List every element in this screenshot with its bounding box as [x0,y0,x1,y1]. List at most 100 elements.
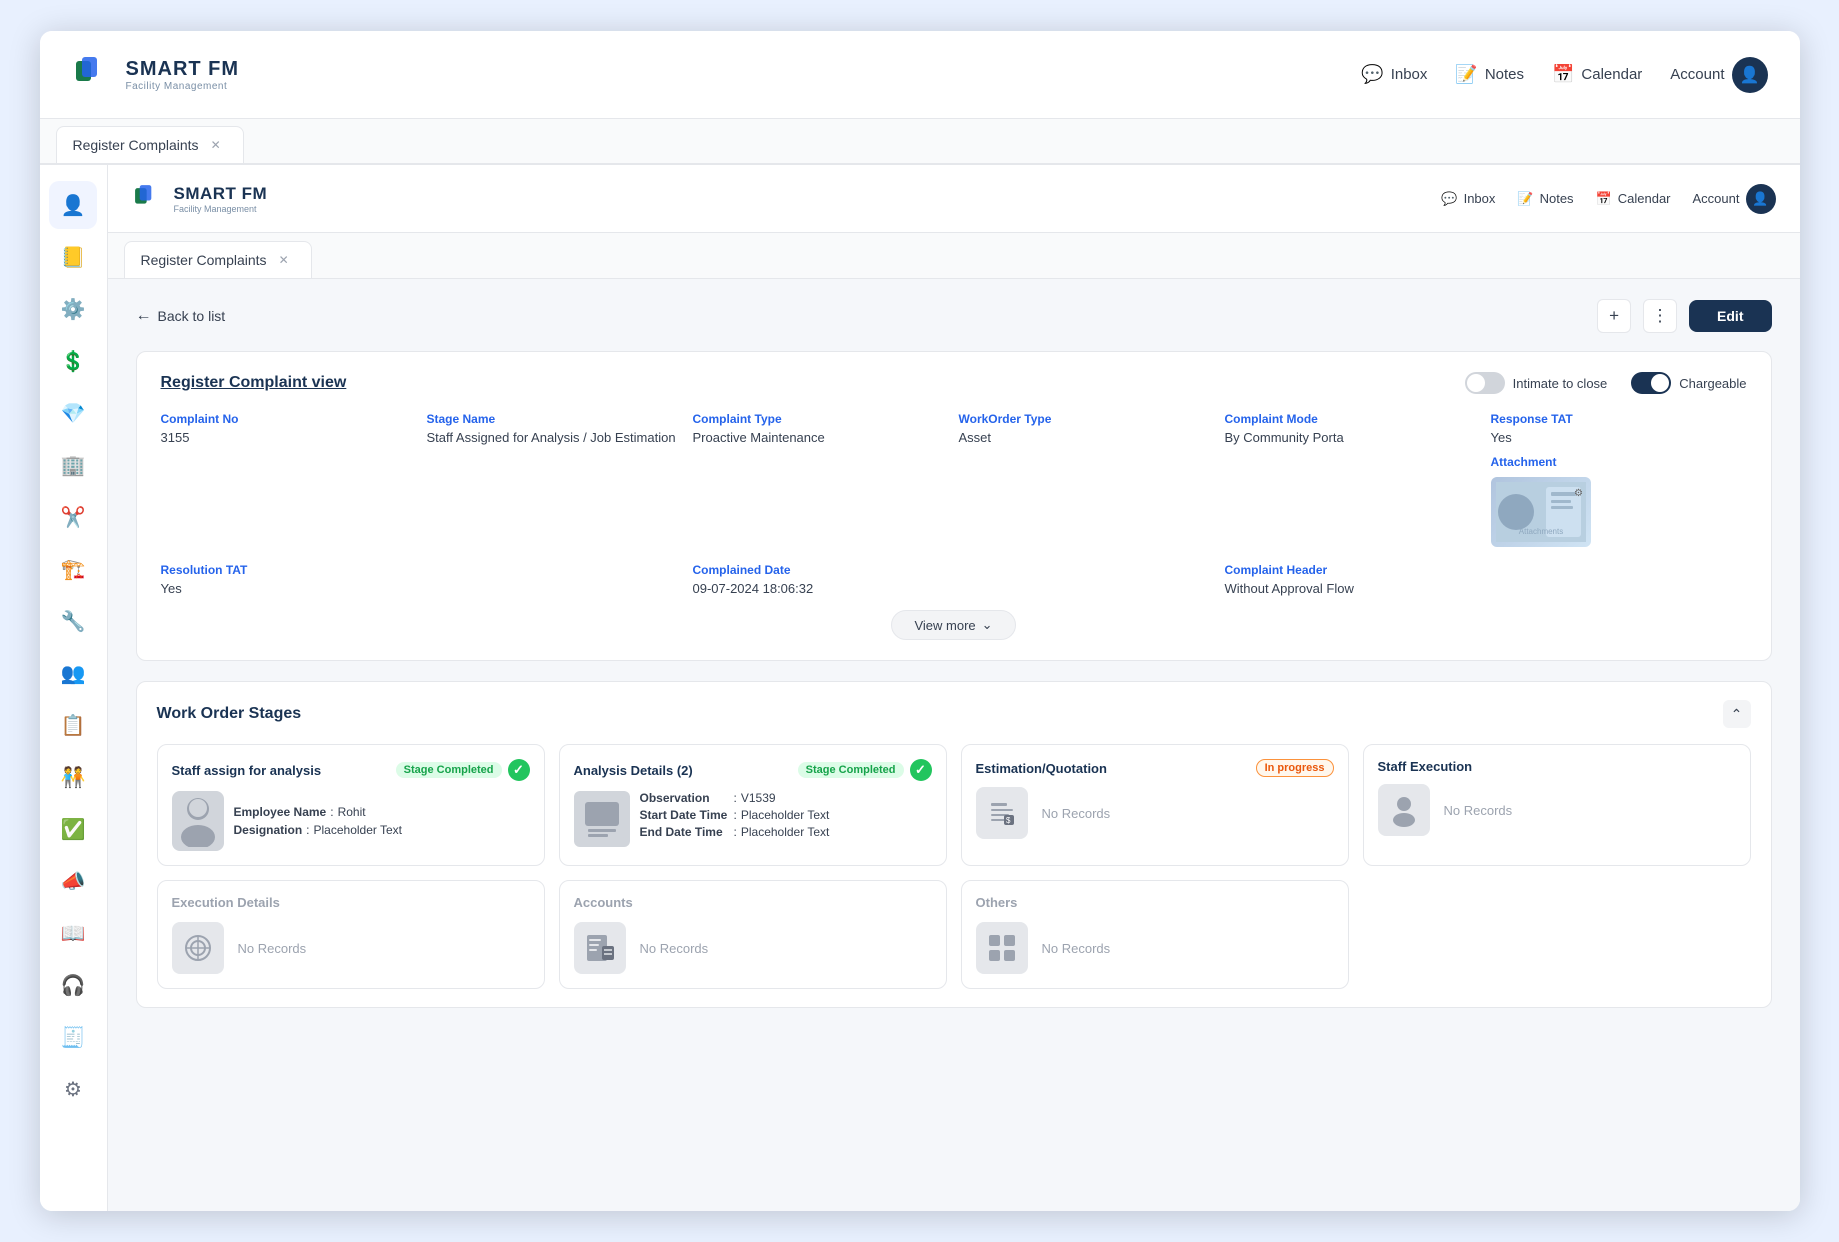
edit-button[interactable]: Edit [1689,300,1771,332]
inner-tabbar: Register Complaints ✕ [108,233,1800,279]
sidebar-item-gear2[interactable]: ⚙ [49,1065,97,1113]
inner-account-nav[interactable]: Account 👤 [1693,184,1776,214]
inner-notes-nav[interactable]: 📝 Notes [1517,191,1573,207]
observation-label: Observation [640,791,730,805]
sidebar-item-building[interactable]: 🏢 [49,441,97,489]
outer-logo: SMART FM Facility Management [72,53,240,97]
estimation-icon: $ [976,787,1028,839]
sidebar-item-headset[interactable]: 🎧 [49,961,97,1009]
stages-grid-bottom: Execution Details [157,880,1751,989]
outer-tab-label: Register Complaints [73,137,199,153]
attachment-thumbnail[interactable]: Attachments ⚙ [1491,477,1591,547]
sidebar-item-clipboard[interactable]: 📋 [49,701,97,749]
employee-name-colon: : [330,805,333,819]
stage-box-header-analysis: Analysis Details (2) Stage Completed ✓ [574,759,932,781]
sidebar-item-book[interactable]: 📖 [49,909,97,957]
stage-box-accounts: Accounts [559,880,947,989]
resolution-tat-label: Resolution TAT [161,563,683,577]
sidebar-item-tools[interactable]: 🔧 [49,597,97,645]
intimate-label: Intimate to close [1513,376,1608,391]
stage-box-staff-execution-top: Staff Execution No [1363,744,1751,866]
sidebar-item-gear[interactable]: ⚙️ [49,285,97,333]
chargeable-label: Chargeable [1679,376,1746,391]
stage-box-analysis: Analysis Details (2) Stage Completed ✓ [559,744,947,866]
intimate-toggle[interactable] [1465,372,1505,394]
view-more-label: View more [914,618,975,633]
complaint-mode-value: By Community Porta [1225,430,1481,445]
inner-register-complaints-tab[interactable]: Register Complaints ✕ [124,241,312,278]
back-to-list-button[interactable]: ← Back to list [136,307,226,325]
logo-icon [72,53,116,97]
stage-name-label: Stage Name [427,412,683,426]
outer-register-complaints-tab[interactable]: Register Complaints ✕ [56,126,244,163]
sidebar-item-users[interactable]: 👥 [49,649,97,697]
inner-account-avatar[interactable]: 👤 [1746,184,1776,214]
outer-inbox-nav[interactable]: 💬 Inbox [1361,64,1427,85]
dollar-icon: 💲 [61,349,86,374]
view-more-button[interactable]: View more ⌄ [891,610,1015,640]
add-button[interactable]: + [1597,299,1631,333]
intimate-toggle-group: Intimate to close [1465,372,1608,394]
attachment-label: Attachment [1491,455,1557,469]
staff-execution-icon [1378,784,1430,836]
sidebar-item-diamond[interactable]: 💎 [49,389,97,437]
response-tat-value: Yes [1491,430,1747,445]
sidebar-item-dollar[interactable]: 💲 [49,337,97,385]
complaint-card-title[interactable]: Register Complaint view [161,374,347,392]
inner-inbox-icon: 💬 [1441,191,1457,207]
users-icon: 👥 [61,661,86,686]
sidebar-item-scissors[interactable]: ✂️ [49,493,97,541]
outer-notes-nav[interactable]: 📝 Notes [1455,64,1524,85]
outer-account-avatar[interactable]: 👤 [1732,57,1768,93]
inner-logo-icon [132,182,166,216]
sidebar-item-person[interactable]: 👤 [49,181,97,229]
chevron-up-icon: ⌃ [1731,706,1743,723]
receipt-icon: 🧾 [61,1025,86,1050]
sidebar-item-building2[interactable]: 🏗️ [49,545,97,593]
response-tat-label: Response TAT [1491,412,1747,426]
svg-text:⚙: ⚙ [1574,488,1583,499]
outer-tab-close-icon[interactable]: ✕ [211,138,221,152]
inner-calendar-label: Calendar [1618,191,1671,206]
execution-details-icon [172,922,224,974]
notes-icon: 📝 [1455,64,1477,85]
sidebar-item-checklist[interactable]: ✅ [49,805,97,853]
staff-assign-badge: Stage Completed [396,762,502,778]
complaint-card: Register Complaint view Intimate to clos… [136,351,1772,661]
more-options-button[interactable]: ⋮ [1643,299,1677,333]
field-stage-name: Stage Name Staff Assigned for Analysis /… [427,412,683,547]
inner-tab-close-icon[interactable]: ✕ [279,253,289,267]
stage-box-header-staff-assign: Staff assign for analysis Stage Complete… [172,759,530,781]
complaint-header-value: Without Approval Flow [1225,581,1747,596]
back-arrow-icon: ← [136,307,152,325]
staff-assign-check-icon: ✓ [508,759,530,781]
outer-account-nav[interactable]: Account 👤 [1670,57,1767,93]
sidebar-item-ledger[interactable]: 📒 [49,233,97,281]
collapse-button[interactable]: ⌃ [1723,700,1751,728]
execution-details-svg [180,930,216,966]
complaint-no-value: 3155 [161,430,417,445]
observation-value: V1539 [741,791,776,805]
page-content: ← Back to list + ⋮ Edit [108,279,1800,1028]
staff-avatar-image [178,795,218,847]
inner-calendar-nav[interactable]: 📅 Calendar [1596,191,1671,207]
checklist-icon: ✅ [61,817,86,842]
tools-icon: 🔧 [61,609,86,634]
inner-inbox-nav[interactable]: 💬 Inbox [1441,191,1495,207]
inbox-icon: 💬 [1361,64,1383,85]
outer-calendar-nav[interactable]: 📅 Calendar [1552,64,1642,85]
sidebar-item-users2[interactable]: 🧑‍🤝‍🧑 [49,753,97,801]
execution-details-no-records: No Records [172,922,530,974]
sidebar-item-receipt[interactable]: 🧾 [49,1013,97,1061]
stage-box-others: Others [961,880,1349,989]
analysis-fields: Observation : V1539 Start Date Time : Pl… [640,791,830,839]
stages-grid-top: Staff assign for analysis Stage Complete… [157,744,1751,866]
workorder-type-label: WorkOrder Type [959,412,1215,426]
chargeable-toggle[interactable] [1631,372,1671,394]
svg-text:Attachments: Attachments [1518,527,1562,536]
sidebar-item-speaker[interactable]: 📣 [49,857,97,905]
ellipsis-icon: ⋮ [1652,306,1669,326]
attachment-image: Attachments ⚙ [1496,482,1586,542]
gear2-icon: ⚙ [64,1077,82,1102]
analysis-title: Analysis Details (2) [574,763,693,778]
